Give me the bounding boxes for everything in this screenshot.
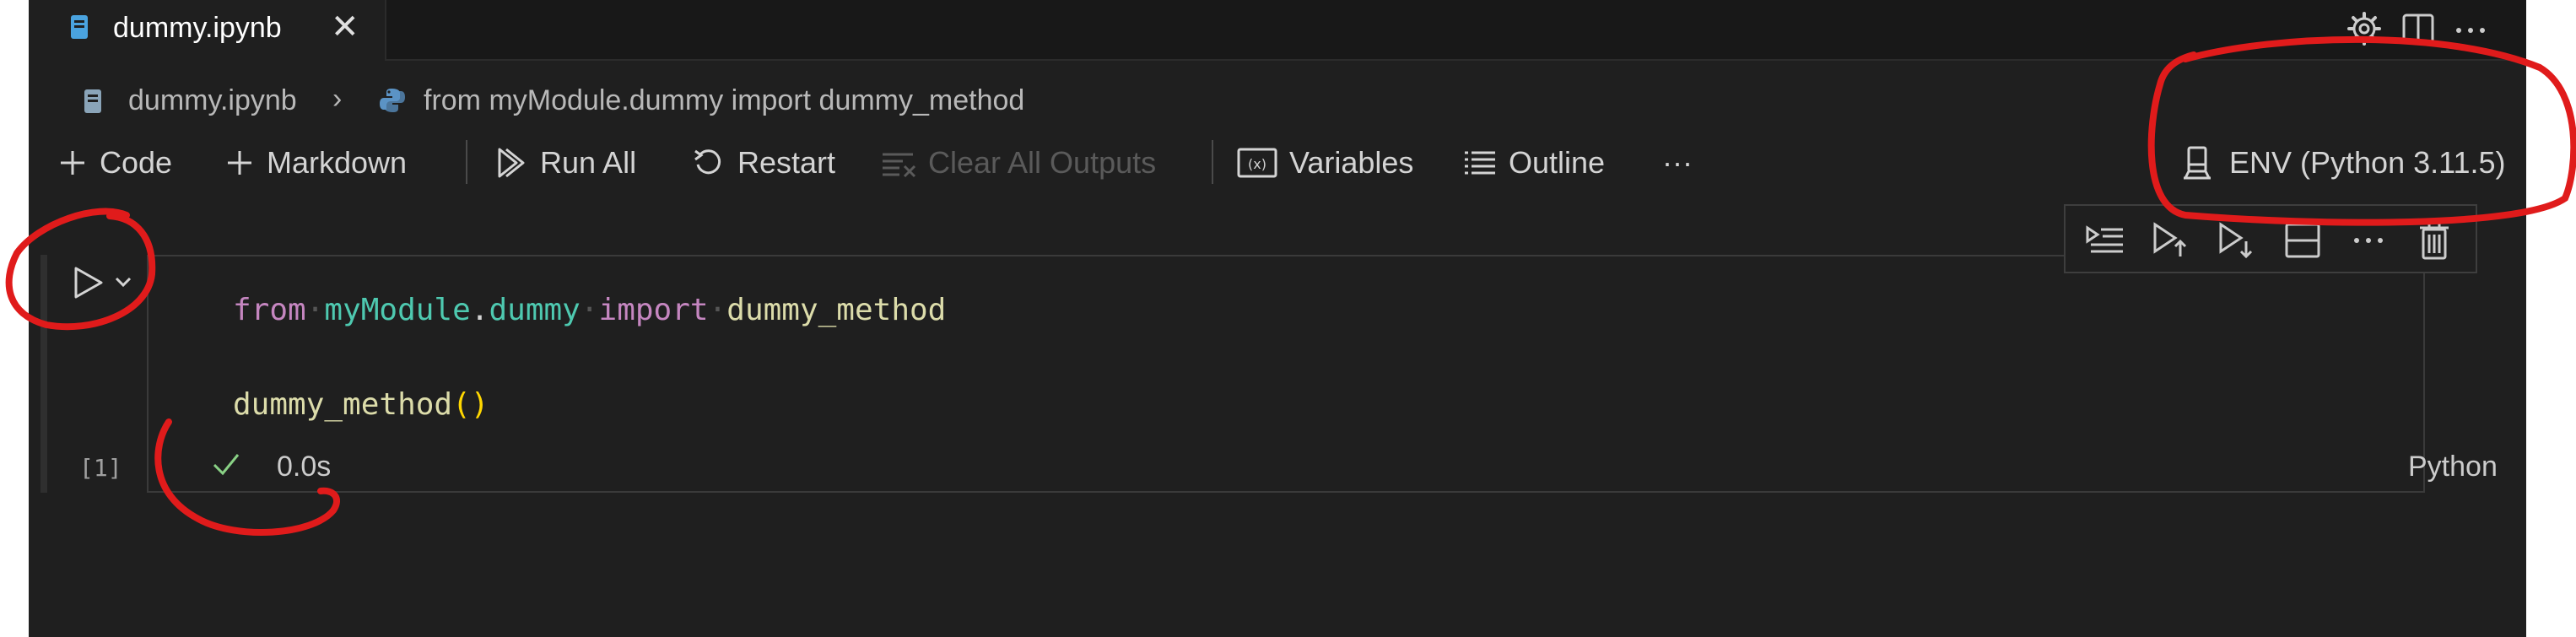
clear-all-outputs-label: Clear All Outputs [928,145,1157,180]
token-function: dummy_method [726,293,947,327]
tab-bar: dummy.ipynb ✕ [29,0,2526,61]
outline-button[interactable]: Outline [1463,142,1605,184]
split-cell-icon[interactable] [2282,219,2324,262]
kernel-label: ENV (Python 3.11.5) [2229,145,2506,180]
toolbar-more-button[interactable]: ··· [1662,142,1693,184]
svg-text:(x): (x) [1248,156,1266,172]
run-all-icon [498,148,525,178]
restart-label: Restart [737,145,836,180]
clear-all-outputs-button[interactable]: Clear All Outputs [881,142,1156,184]
execute-cells-below-icon[interactable] [2216,219,2258,262]
breadcrumb-symbol[interactable]: from myModule.dummy import dummy_method [424,84,1024,117]
split-editor-icon[interactable] [2400,10,2437,47]
restart-button[interactable]: Restart [692,142,835,184]
play-icon [74,267,103,299]
run-cell-button[interactable] [66,262,142,304]
cell-language[interactable]: Python [2408,451,2498,483]
breadcrumb: dummy.ipynb › from myModule.dummy import… [29,74,1294,128]
add-markdown-label: Markdown [267,145,408,180]
server-icon [2184,146,2211,180]
success-check-icon [213,454,240,476]
execute-above-icon[interactable] [2084,219,2126,262]
token-keyword: from [233,293,306,327]
close-icon[interactable]: ✕ [331,10,359,44]
run-all-label: Run All [540,145,637,180]
breadcrumb-file[interactable]: dummy.ipynb [128,84,297,117]
restart-icon [694,149,721,175]
variables-label: Variables [1289,145,1414,180]
cell-focus-indicator [41,255,47,493]
add-code-button[interactable]: Code [57,142,172,184]
vscode-window: dummy.ipynb ✕ dummy.ipynb › from myModul… [29,0,2526,637]
execution-count: [1] [79,454,122,482]
run-all-button[interactable]: Run All [494,142,636,184]
variables-button[interactable]: (x) Variables [1237,142,1413,184]
plus-icon [228,151,251,175]
code-cell[interactable]: from·myModule.dummy·import·dummy_method … [147,255,2425,493]
cell-more-icon[interactable] [2347,219,2390,262]
token-module: dummy [489,293,581,327]
outline-label: Outline [1509,145,1606,180]
tab-title: dummy.ipynb [113,12,282,44]
cell-toolbar [2064,204,2477,273]
token-function-call: dummy_method [233,387,453,422]
token-module: myModule [324,293,471,327]
clear-all-icon [883,153,916,178]
add-code-label: Code [100,145,173,180]
chevron-down-icon[interactable] [115,277,132,288]
variables-icon: (x) [1237,148,1277,178]
token-dot: . [470,293,489,327]
add-markdown-button[interactable]: Markdown [224,142,407,184]
tab-dummy-ipynb[interactable]: dummy.ipynb ✕ [29,0,386,61]
token-parens: () [452,387,489,422]
outline-icon [1465,151,1495,175]
kernel-picker[interactable]: ENV (Python 3.11.5) [2180,142,2506,184]
more-icon: ··· [1662,145,1693,180]
execution-time: 0.0s [277,451,332,483]
python-icon [380,89,405,112]
plus-icon [61,151,84,175]
notebook-toolbar: Code Markdown Run All Restart Clear All … [29,133,2526,192]
breadcrumb-separator: › [332,83,343,115]
notebook-icon [71,15,88,39]
cell-editor[interactable]: from·myModule.dummy·import·dummy_method … [233,287,946,429]
toolbar-divider [1212,140,1213,184]
execute-cells-above-icon[interactable] [2150,219,2192,262]
token-keyword: import [598,293,709,327]
delete-cell-icon[interactable] [2413,219,2455,262]
gear-icon[interactable] [2346,10,2383,47]
more-icon[interactable] [2452,10,2489,47]
toolbar-divider [466,140,467,184]
notebook-icon [84,89,101,113]
